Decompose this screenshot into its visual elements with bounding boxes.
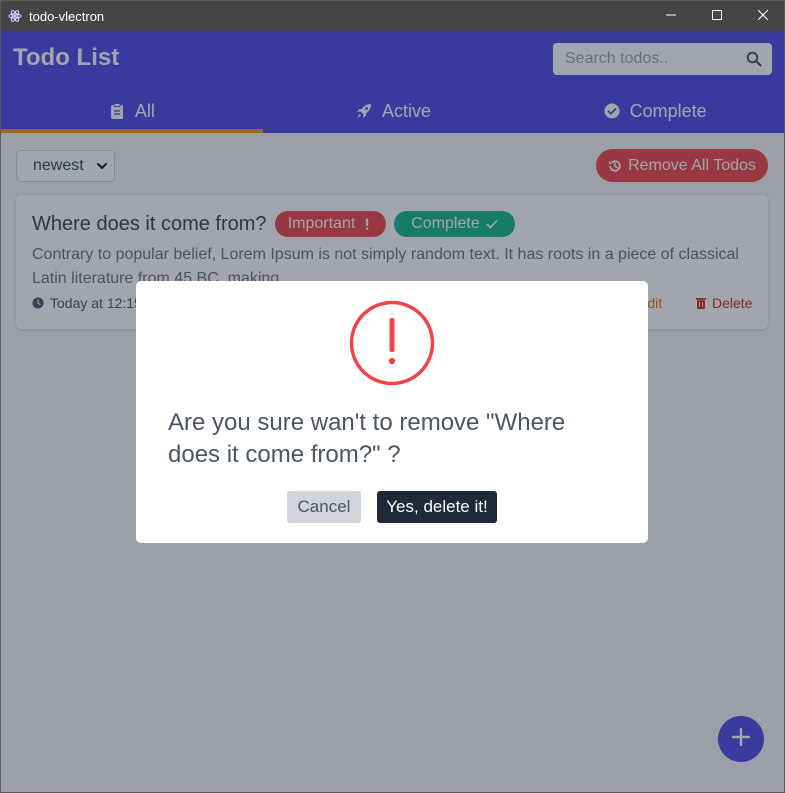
- minimize-button[interactable]: [648, 1, 694, 31]
- window-title: todo-vlectron: [29, 8, 105, 24]
- confirm-delete-button[interactable]: Yes, delete it!: [377, 491, 497, 523]
- dialog-message: Are you sure wan't to remove "Where does…: [168, 409, 566, 468]
- window-controls: [648, 1, 784, 31]
- confirm-dialog: Are you sure wan't to remove "Where does…: [136, 281, 648, 543]
- cancel-button[interactable]: Cancel: [287, 491, 361, 523]
- electron-icon: [8, 9, 22, 23]
- maximize-icon: [712, 7, 722, 25]
- minimize-icon: [666, 7, 676, 25]
- close-button[interactable]: [740, 1, 784, 31]
- close-icon: [757, 7, 769, 25]
- app-window: todo-vlectron Todo List: [0, 0, 785, 793]
- alert-icon: [349, 300, 435, 386]
- title-bar-overlay: todo-vlectron: [1, 1, 784, 31]
- maximize-button[interactable]: [694, 1, 740, 31]
